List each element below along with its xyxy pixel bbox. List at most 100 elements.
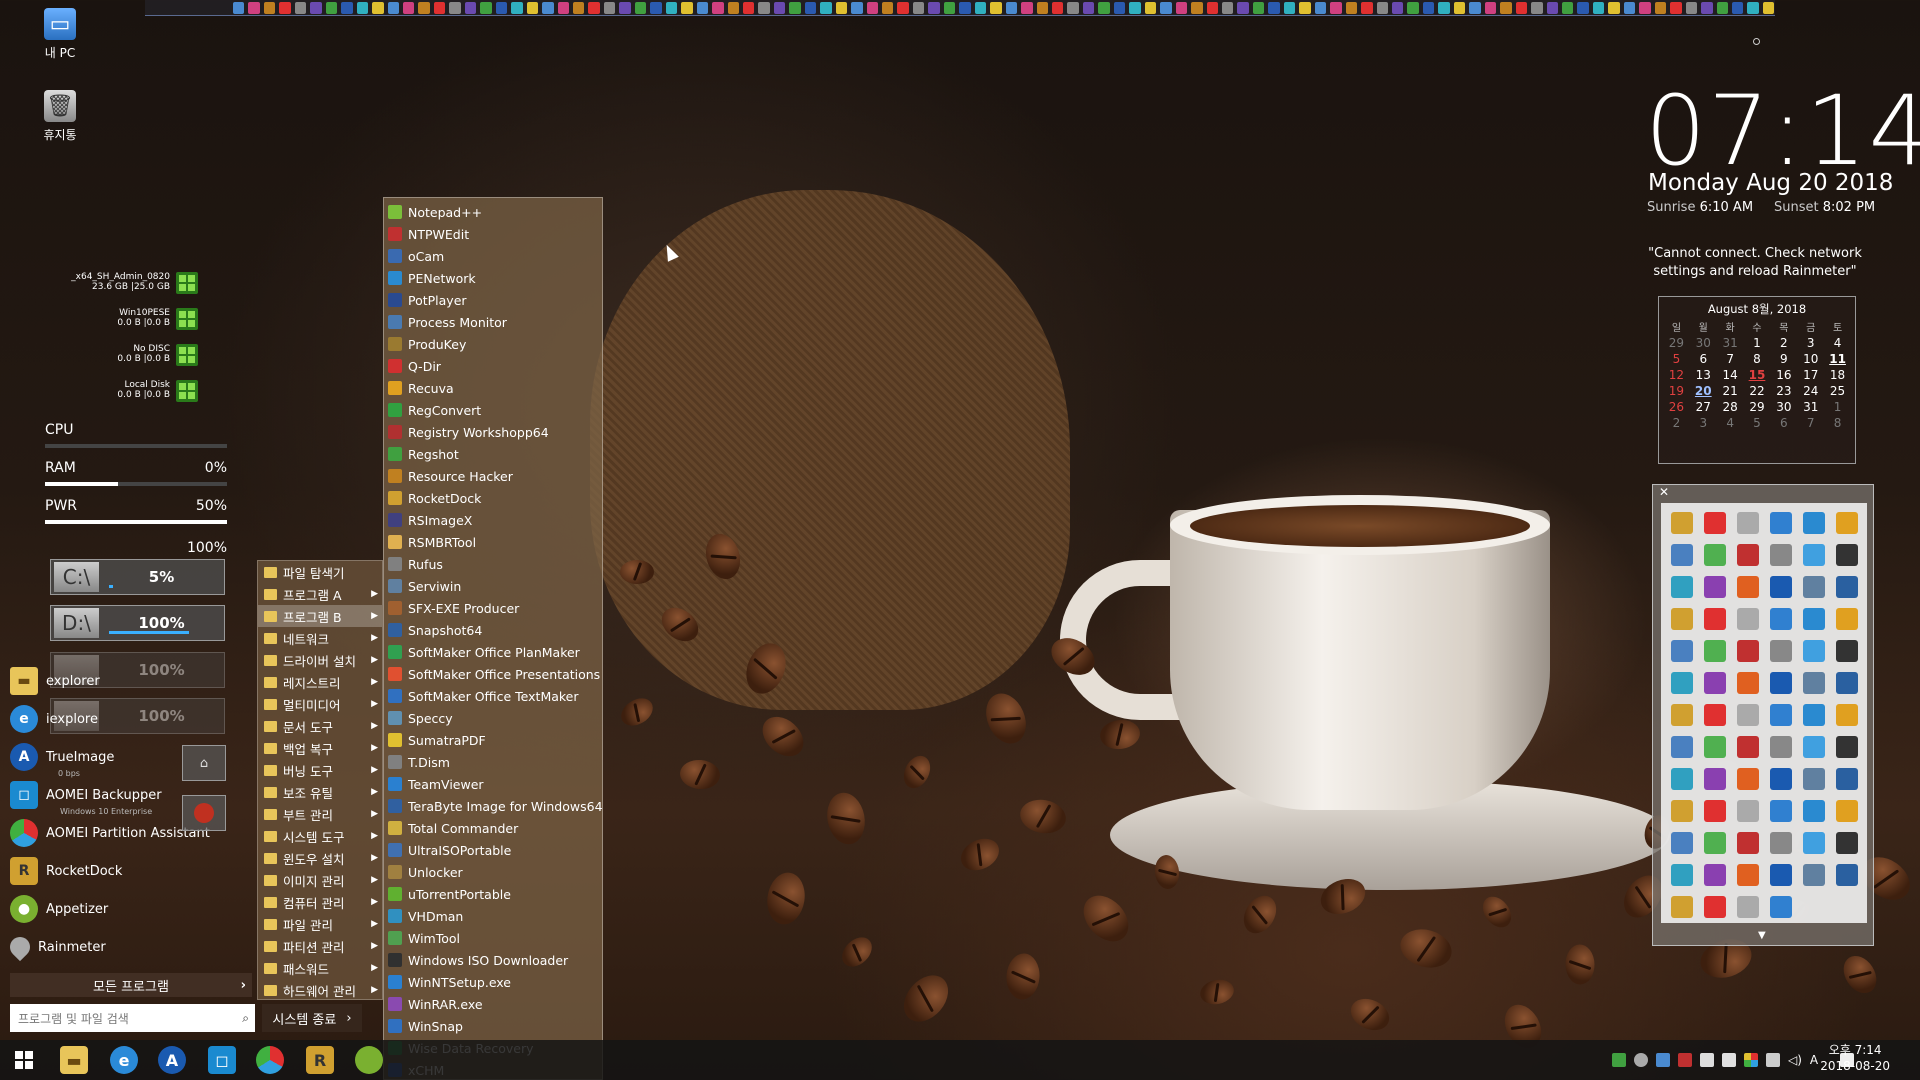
dock-app-icon[interactable]	[1802, 768, 1825, 790]
quick-launch-icon[interactable]	[449, 1, 461, 14]
search-input[interactable]: 프로그램 및 파일 검색 ⌕	[10, 1004, 255, 1032]
quick-launch-icon[interactable]	[557, 1, 569, 14]
quick-launch-icon[interactable]	[835, 1, 848, 14]
calendar-day[interactable]: 29	[1744, 400, 1771, 414]
calendar-day[interactable]: 23	[1770, 384, 1797, 398]
quick-launch-icon[interactable]	[650, 1, 662, 14]
program-menu-item[interactable]: RegConvert	[384, 399, 602, 421]
dock-app-icon[interactable]	[1802, 544, 1825, 566]
calendar-day[interactable]: 3	[1797, 336, 1824, 350]
dock-app-icon[interactable]	[1736, 768, 1759, 790]
calendar-day[interactable]: 20	[1690, 384, 1717, 398]
quick-launch-icon[interactable]	[974, 1, 987, 14]
dock-app-icon[interactable]	[1670, 832, 1693, 854]
program-menu-item[interactable]: WinRAR.exe	[384, 993, 602, 1015]
folder-menu-item[interactable]: 윈도우 설치 ▶	[258, 847, 382, 869]
dock-app-icon[interactable]	[1769, 896, 1792, 918]
calendar-day[interactable]: 2	[1770, 336, 1797, 350]
calendar-day[interactable]: 12	[1663, 368, 1690, 382]
calendar-day[interactable]: 1	[1824, 400, 1851, 414]
dock-app-icon[interactable]	[1802, 576, 1825, 598]
volume-icon[interactable]: ◁)	[1788, 1053, 1802, 1067]
quick-launch-icon[interactable]	[1469, 1, 1481, 14]
program-menu-item[interactable]: Regshot	[384, 443, 602, 465]
folder-menu-item[interactable]: 버닝 도구 ▶	[258, 759, 382, 781]
calendar-day[interactable]: 30	[1770, 400, 1797, 414]
calendar-day[interactable]: 15	[1744, 368, 1771, 382]
quick-launch-icon[interactable]	[1484, 1, 1497, 14]
quick-launch-icon[interactable]	[912, 1, 925, 14]
folder-menu-item[interactable]: 파일 관리 ▶	[258, 913, 382, 935]
close-icon[interactable]: ✕	[1659, 485, 1669, 499]
calendar-day[interactable]: 8	[1824, 416, 1851, 430]
program-menu-item[interactable]: ProduKey	[384, 333, 602, 355]
folder-menu-item[interactable]: 부트 관리 ▶	[258, 803, 382, 825]
dock-app-icon[interactable]	[1670, 544, 1693, 566]
calendar-day[interactable]: 2	[1663, 416, 1690, 430]
folder-menu-item[interactable]: 문서 도구 ▶	[258, 715, 382, 737]
calendar-day[interactable]: 3	[1690, 416, 1717, 430]
dock-app-icon[interactable]	[1703, 672, 1726, 694]
dock-app-icon[interactable]	[1769, 640, 1792, 662]
chevron-down-icon[interactable]: ▼	[1758, 930, 1766, 941]
quick-launch-icon[interactable]	[433, 1, 446, 14]
quick-launch-icon[interactable]	[1283, 1, 1296, 14]
quick-launch-icon[interactable]	[1314, 1, 1327, 14]
quick-launch-icon[interactable]	[1670, 1, 1682, 14]
program-menu-item[interactable]: VHDman	[384, 905, 602, 927]
program-menu-item[interactable]: WinNTSetup.exe	[384, 971, 602, 993]
power-side-button[interactable]	[182, 795, 226, 831]
dock-app-icon[interactable]	[1802, 512, 1825, 534]
quick-launch-icon[interactable]	[1345, 1, 1358, 14]
quick-launch-icon[interactable]	[820, 1, 832, 14]
dock-app-icon[interactable]	[1835, 864, 1858, 886]
start-item-explorer[interactable]: ▬ explorer	[10, 663, 250, 699]
program-menu-item[interactable]: SoftMaker Office PlanMaker	[384, 641, 602, 663]
calendar-day[interactable]: 6	[1770, 416, 1797, 430]
quick-launch-icon[interactable]	[1407, 1, 1419, 14]
calendar-day[interactable]: 25	[1824, 384, 1851, 398]
quick-launch-icon[interactable]	[603, 1, 616, 14]
dock-app-icon[interactable]	[1802, 800, 1825, 822]
dock-app-icon[interactable]	[1703, 512, 1726, 534]
program-menu-item[interactable]: SFX-EXE Producer	[384, 597, 602, 619]
dock-app-icon[interactable]	[1835, 832, 1858, 854]
dock-app-icon[interactable]	[1670, 864, 1693, 886]
quick-launch-icon[interactable]	[1546, 1, 1558, 14]
program-menu-item[interactable]: SumatraPDF	[384, 729, 602, 751]
quick-launch-icon[interactable]	[1299, 1, 1311, 14]
dock-app-icon[interactable]	[1802, 832, 1825, 854]
quick-launch-icon[interactable]	[1639, 1, 1651, 14]
dock-app-icon[interactable]	[1769, 768, 1792, 790]
calendar-day[interactable]: 19	[1663, 384, 1690, 398]
dock-app-icon[interactable]	[1670, 704, 1693, 726]
quick-launch-icon[interactable]	[1654, 1, 1667, 14]
quick-launch-icon[interactable]	[634, 1, 647, 14]
folder-menu-item[interactable]: 멀티미디어 ▶	[258, 693, 382, 715]
quick-launch-icon[interactable]	[712, 1, 724, 14]
quick-launch-icon[interactable]	[1052, 1, 1064, 14]
dock-app-icon[interactable]	[1703, 896, 1726, 918]
quick-launch-icon[interactable]	[1577, 1, 1589, 14]
calendar-day[interactable]: 14	[1717, 368, 1744, 382]
trueimage-side-button[interactable]: ⌂	[182, 745, 226, 781]
quick-launch-icon[interactable]	[1453, 1, 1466, 14]
quick-launch-icon[interactable]	[943, 1, 956, 14]
dock-app-icon[interactable]	[1769, 608, 1792, 630]
start-item-appetizer[interactable]: ● Appetizer	[10, 891, 250, 927]
dock-app-icon[interactable]	[1736, 640, 1759, 662]
quick-launch-icon[interactable]	[1021, 1, 1033, 14]
quick-launch-icon[interactable]	[1361, 1, 1373, 14]
dock-app-icon[interactable]	[1670, 896, 1693, 918]
calendar-day[interactable]: 4	[1824, 336, 1851, 350]
quick-launch-icon[interactable]	[804, 1, 817, 14]
dock-app-icon[interactable]	[1769, 736, 1792, 758]
quick-launch-icon[interactable]	[1531, 1, 1543, 14]
dock-app-icon[interactable]	[1703, 640, 1726, 662]
dock-app-icon[interactable]	[1835, 608, 1858, 630]
quick-launch-icon[interactable]	[928, 1, 940, 14]
program-menu-item[interactable]: RSMBRTool	[384, 531, 602, 553]
dock-app-icon[interactable]	[1769, 672, 1792, 694]
program-menu-item[interactable]: Notepad++	[384, 201, 602, 223]
dock-app-icon[interactable]	[1835, 704, 1858, 726]
